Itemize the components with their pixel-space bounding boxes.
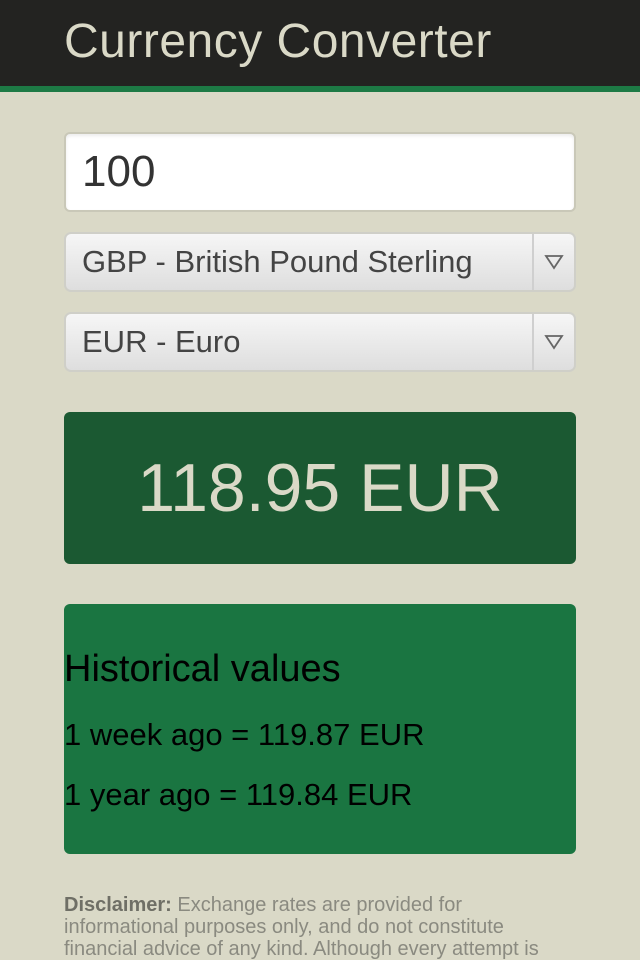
- dropdown-arrow-icon: [532, 234, 574, 290]
- from-currency-label: GBP - British Pound Sterling: [82, 244, 473, 279]
- conversion-result-panel: 118.95 EUR: [64, 412, 576, 564]
- conversion-result: 118.95 EUR: [137, 450, 503, 526]
- to-currency-select[interactable]: EUR - Euro: [64, 312, 576, 372]
- to-currency-label: EUR - Euro: [82, 324, 241, 359]
- disclaimer-text: Disclaimer: Exchange rates are provided …: [64, 894, 576, 960]
- history-week-ago: 1 week ago = 119.87 EUR: [64, 717, 425, 752]
- history-year-ago: 1 year ago = 119.84 EUR: [64, 777, 413, 812]
- historical-values-title: Historical values: [64, 648, 341, 690]
- from-currency-select[interactable]: GBP - British Pound Sterling: [64, 232, 576, 292]
- app-title: Currency Converter: [64, 15, 492, 68]
- amount-input[interactable]: [64, 132, 576, 212]
- disclaimer-label: Disclaimer:: [64, 894, 172, 916]
- dropdown-arrow-icon: [532, 314, 574, 370]
- app-header: Currency Converter: [0, 0, 640, 92]
